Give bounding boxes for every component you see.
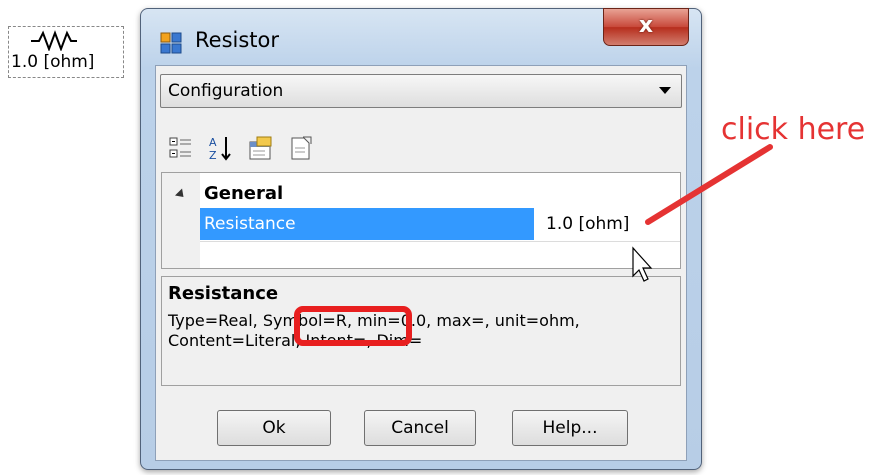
property-value[interactable]: 1.0 [ohm]	[536, 208, 680, 240]
category-general[interactable]: General	[174, 183, 284, 204]
svg-text:Z: Z	[209, 149, 217, 162]
description-panel: Resistance Type=Real, Symbol=R, min=0.0,…	[161, 276, 681, 386]
property-name[interactable]: Resistance	[200, 208, 534, 240]
resistor-symbol-icon	[31, 30, 77, 51]
component-value-label: 1.0 [ohm]	[11, 52, 95, 72]
events-icon[interactable]	[287, 134, 315, 162]
svg-text:A: A	[209, 136, 217, 149]
chevron-down-icon[interactable]	[659, 87, 671, 94]
row-divider	[200, 241, 680, 242]
close-button[interactable]: x	[603, 8, 689, 46]
category-label: General	[204, 183, 284, 204]
object-selector-dropdown[interactable]: Configuration	[160, 74, 682, 108]
resistor-dialog: Resistor x Configuration A Z General Res…	[140, 8, 702, 470]
alphabetical-sort-icon[interactable]: A Z	[207, 134, 235, 162]
component-app-icon	[160, 32, 182, 54]
property-pages-icon[interactable]	[247, 134, 275, 162]
dropdown-selected-value: Configuration	[168, 81, 284, 101]
title-bar[interactable]: Resistor x	[141, 8, 701, 67]
property-grid-toolbar: A Z	[161, 126, 681, 170]
property-grid: General Resistance 1.0 [ohm]	[161, 172, 681, 269]
categorized-icon[interactable]	[167, 134, 195, 162]
description-heading: Resistance	[168, 283, 279, 304]
help-button[interactable]: Help...	[512, 410, 628, 446]
resistor-component[interactable]: 1.0 [ohm]	[8, 26, 124, 78]
annotation-click-here: click here	[721, 112, 866, 147]
property-row-resistance[interactable]: Resistance 1.0 [ohm]	[200, 208, 680, 240]
ok-button[interactable]: Ok	[217, 410, 331, 446]
cancel-button[interactable]: Cancel	[364, 410, 476, 446]
annotation-highlight-box	[294, 306, 412, 346]
collapse-triangle-icon[interactable]	[174, 187, 188, 201]
dialog-client-area: Configuration A Z General Resistance 1.0…	[155, 65, 687, 461]
window-title: Resistor	[195, 28, 279, 52]
description-text: Type=Real, Symbol=R, min=0.0, max=, unit…	[168, 311, 580, 350]
